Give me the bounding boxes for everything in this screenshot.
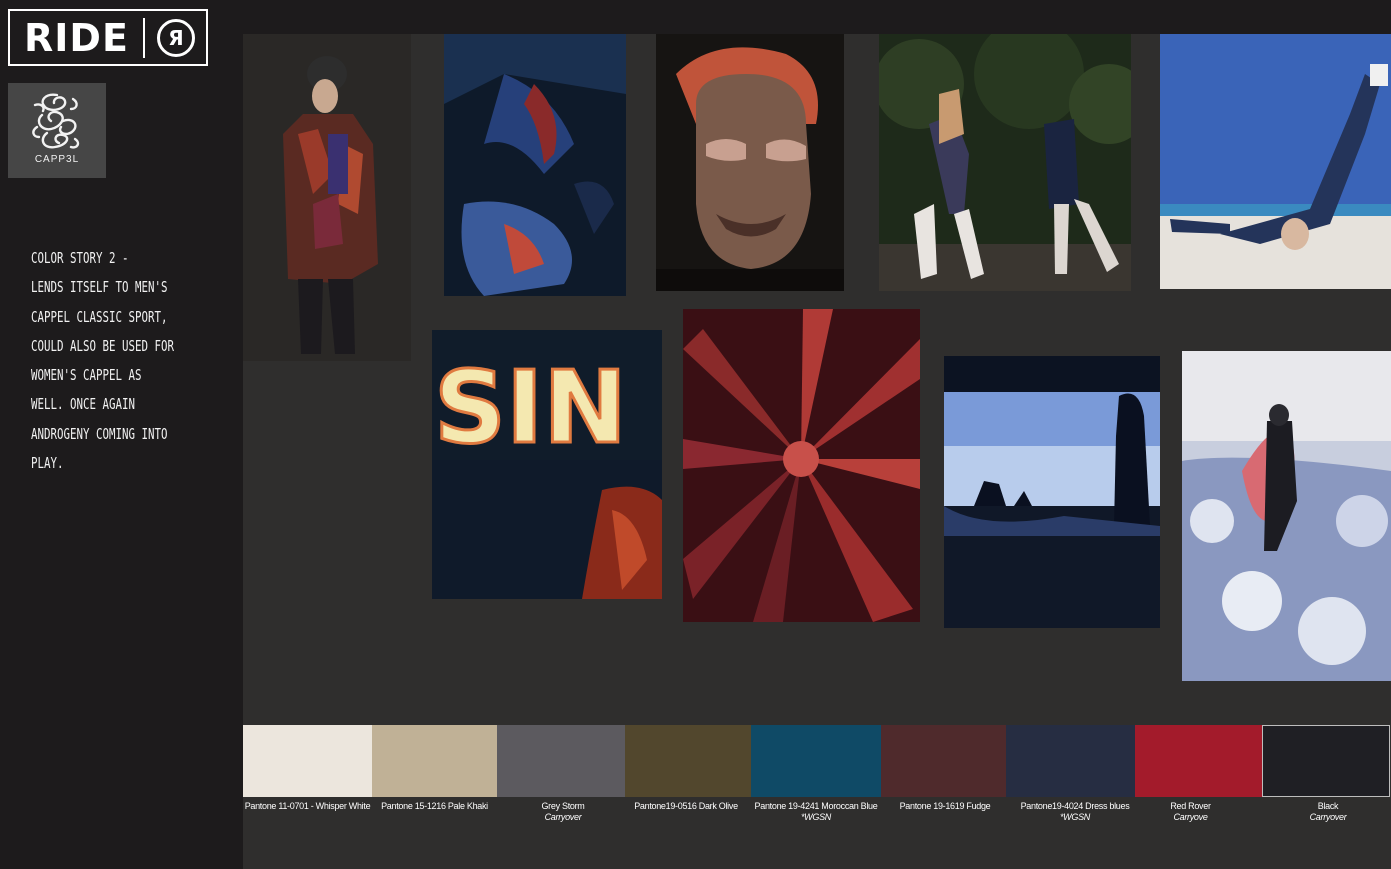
swatch-note: Carryover — [544, 812, 582, 822]
swatch-red-rover — [1135, 725, 1262, 797]
swatch-name: Pantone19-4024 Dress blues — [1020, 801, 1130, 811]
photo-coastal-dusk — [944, 356, 1160, 628]
swatch-note: *WGSN — [1059, 812, 1090, 822]
swatch-label: Black Carryover — [1264, 801, 1391, 823]
swatch-pale-khaki — [372, 725, 497, 797]
top-strip — [243, 0, 1391, 34]
photo-model-floral-coat — [243, 34, 411, 361]
story-line: Women's Cappel as — [31, 366, 142, 385]
story-line: play. — [31, 454, 64, 473]
ride-emblem-icon: Я — [156, 18, 195, 57]
cappel-monogram-icon — [32, 93, 80, 149]
swatch-grey-storm — [497, 725, 625, 797]
swatch-label: Pantone 15-1216 Pale Khaki — [372, 801, 497, 812]
photo-blue-wall-pose — [1160, 34, 1391, 289]
swatch-label: Pantone 11-0701 - Whisper White — [243, 801, 372, 812]
swatch-name: Grey Storm — [541, 801, 585, 811]
story-line: could also be used for — [31, 336, 175, 355]
swatch-label: Grey Storm Carryover — [497, 801, 629, 823]
cappel-logo: CAPP3L — [8, 83, 106, 178]
swatch-label: Pantone19-4024 Dress blues *WGSN — [1009, 801, 1141, 823]
photo-elderly-man — [656, 34, 844, 291]
swatch-fudge — [881, 725, 1006, 797]
swatch-moroccan-blue — [751, 725, 881, 797]
ride-logo: RIDE Я — [8, 9, 208, 66]
cappel-name: CAPP3L — [34, 154, 80, 165]
color-story-text: Color story 2 - lends itself to men's Ca… — [31, 244, 222, 478]
logo-divider — [142, 17, 145, 58]
swatch-name: Red Rover — [1170, 801, 1211, 811]
ride-wordmark: RIDE — [24, 15, 129, 60]
photo-dark-portraits — [444, 34, 626, 296]
swatch-name: Pantone 19-4241 Moroccan Blue — [754, 801, 878, 811]
swatch-dark-olive — [625, 725, 751, 797]
swatch-black — [1262, 725, 1390, 797]
swatch-label: Red Rover Carryove — [1127, 801, 1254, 823]
swatch-name: Black — [1317, 801, 1339, 811]
swatch-name: Pantone 11-0701 - Whisper White — [244, 801, 371, 811]
swatch-note: *WGSN — [800, 812, 831, 822]
story-line: androgeny coming into — [31, 424, 168, 443]
swatch-label: Pantone 19-4241 Moroccan Blue *WGSN — [751, 801, 881, 823]
swatch-name: Pantone 15-1216 Pale Khaki — [381, 801, 488, 811]
swatch-name: Pantone 19-1619 Fudge — [899, 801, 991, 811]
story-line: well. Once again — [31, 395, 136, 414]
photo-sin-neon-sign: SIN — [432, 330, 662, 599]
story-line: lends itself to men's — [31, 278, 168, 297]
swatch-label: Pantone19-0516 Dark Olive — [625, 801, 747, 812]
swatch-name: Pantone19-0516 Dark Olive — [634, 801, 738, 811]
photo-surfer-snow — [1182, 351, 1391, 681]
story-line: Cappel classic sport, — [31, 307, 168, 326]
swatch-note: Carryove — [1173, 812, 1208, 822]
swatch-whisper-white — [243, 725, 372, 797]
swatch-dress-blues — [1006, 725, 1135, 797]
photo-women-night-forest — [879, 34, 1131, 291]
sign-text: SIN — [434, 349, 627, 466]
sidebar: RIDE Я CAPP3L Color story 2 - lends itse… — [0, 0, 243, 869]
photo-red-agave — [683, 309, 920, 622]
swatch-label: Pantone 19-1619 Fudge — [881, 801, 1009, 812]
story-line: Color story 2 - — [31, 249, 129, 267]
swatch-note: Carryover — [1309, 812, 1347, 822]
